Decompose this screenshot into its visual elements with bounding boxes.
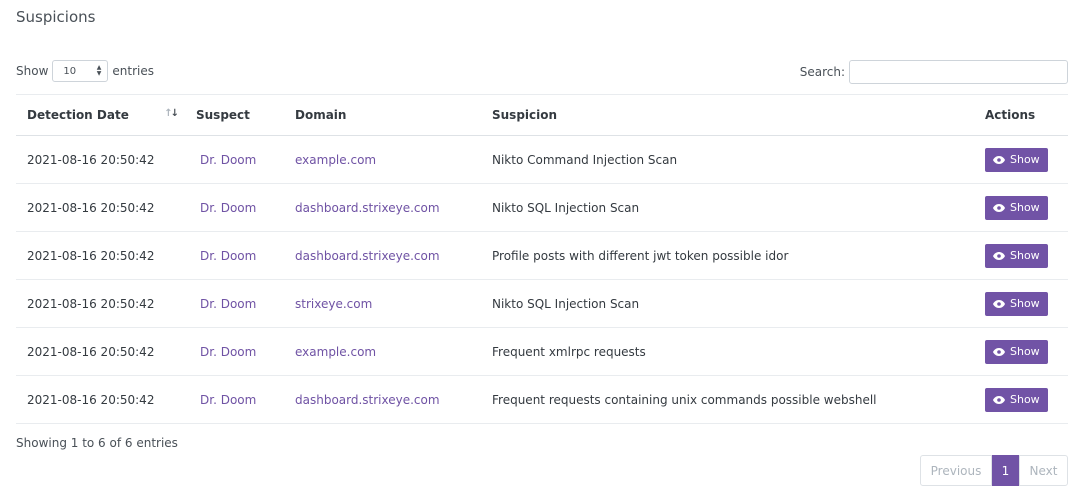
actions-cell: Show [974, 135, 1068, 184]
suspect-cell: Dr. Doom [185, 231, 284, 280]
show-button[interactable]: Show [985, 387, 1048, 412]
suspect-cell: Dr. Doom [185, 183, 284, 232]
actions-cell: Show [974, 183, 1068, 232]
table-info: Showing 1 to 6 of 6 entries [16, 436, 178, 450]
domain-cell: dashboard.strixeye.com [284, 231, 481, 280]
eye-icon [993, 251, 1005, 260]
column-header-suspicion[interactable]: Suspicion [481, 94, 974, 136]
domain-link[interactable]: example.com [295, 153, 376, 167]
show-button[interactable]: Show [985, 147, 1048, 172]
suspicion-cell: Frequent requests containing unix comman… [481, 375, 974, 424]
domain-link[interactable]: dashboard.strixeye.com [295, 393, 440, 407]
actions-cell: Show [974, 279, 1068, 328]
search-control: Search: [800, 60, 1068, 84]
domain-cell: strixeye.com [284, 279, 481, 328]
show-button-label: Show [1010, 201, 1040, 214]
show-label: Show [16, 64, 49, 78]
pagination: Previous 1 Next [920, 455, 1068, 486]
show-button-label: Show [1010, 345, 1040, 358]
detection-date-cell: 2021-08-16 20:50:42 [16, 279, 185, 328]
table-row: 2021-08-16 20:50:42 Dr. Doom dashboard.str… [16, 375, 1068, 424]
suspect-cell: Dr. Doom [185, 327, 284, 376]
detection-date-cell: 2021-08-16 20:50:42 [16, 327, 185, 376]
show-button-label: Show [1010, 393, 1040, 406]
domain-cell: dashboard.strixeye.com [284, 375, 481, 424]
search-label: Search: [799, 65, 845, 79]
suspect-cell: Dr. Doom [185, 135, 284, 184]
column-header-suspect[interactable]: Suspect [185, 94, 284, 136]
detection-date-cell: 2021-08-16 20:50:42 [16, 231, 185, 280]
suspicion-cell: Profile posts with different jwt token p… [481, 231, 974, 280]
pagination-previous[interactable]: Previous [920, 455, 992, 486]
eye-icon [993, 155, 1005, 164]
suspect-link[interactable]: Dr. Doom [200, 345, 256, 359]
domain-link[interactable]: dashboard.strixeye.com [295, 249, 440, 263]
eye-icon [993, 347, 1005, 356]
domain-link[interactable]: dashboard.strixeye.com [295, 201, 440, 215]
table-row: 2021-08-16 20:50:42 Dr. Doom strixeye.com N… [16, 279, 1068, 328]
pagination-next[interactable]: Next [1019, 455, 1068, 486]
suspect-link[interactable]: Dr. Doom [200, 249, 256, 263]
table-row: 2021-08-16 20:50:42 Dr. Doom dashboard.str… [16, 231, 1068, 280]
eye-icon [993, 299, 1005, 308]
entries-length-control: Show 10 ▲ ▼ entries [16, 59, 154, 83]
suspect-link[interactable]: Dr. Doom [200, 153, 256, 167]
show-button[interactable]: Show [985, 195, 1048, 220]
column-header-detection-date[interactable]: Detection Date ↑↓ [16, 94, 185, 136]
table-row: 2021-08-16 20:50:42 Dr. Doom example.com Ni… [16, 135, 1068, 184]
domain-cell: example.com [284, 327, 481, 376]
column-header-actions: Actions [974, 94, 1068, 136]
show-button-label: Show [1010, 297, 1040, 310]
column-header-domain[interactable]: Domain [284, 94, 481, 136]
show-button-label: Show [1010, 153, 1040, 166]
actions-cell: Show [974, 231, 1068, 280]
select-arrows-icon: ▲ ▼ [96, 64, 102, 77]
table-row: 2021-08-16 20:50:42 Dr. Doom dashboard.str… [16, 183, 1068, 232]
suspect-cell: Dr. Doom [185, 375, 284, 424]
entries-select[interactable]: 10 ▲ ▼ [52, 60, 109, 82]
suspicion-cell: Nikto SQL Injection Scan [481, 279, 974, 328]
detection-date-cell: 2021-08-16 20:50:42 [16, 135, 185, 184]
suspicion-cell: Nikto SQL Injection Scan [481, 183, 974, 232]
page-title: Suspicions [16, 8, 96, 26]
show-button[interactable]: Show [985, 291, 1048, 316]
sort-desc-icon: ↑↓ [164, 108, 179, 119]
detection-date-cell: 2021-08-16 20:50:42 [16, 183, 185, 232]
suspicions-table: Detection Date ↑↓ Suspect Domain Suspici… [16, 94, 1068, 424]
eye-icon [993, 203, 1005, 212]
suspicion-cell: Frequent xmlrpc requests [481, 327, 974, 376]
table-header-row: Detection Date ↑↓ Suspect Domain Suspici… [16, 94, 1068, 136]
domain-link[interactable]: example.com [295, 345, 376, 359]
eye-icon [993, 395, 1005, 404]
suspect-link[interactable]: Dr. Doom [200, 393, 256, 407]
show-button-label: Show [1010, 249, 1040, 262]
detection-date-cell: 2021-08-16 20:50:42 [16, 375, 185, 424]
domain-link[interactable]: strixeye.com [295, 297, 372, 311]
suspect-cell: Dr. Doom [185, 279, 284, 328]
table-row: 2021-08-16 20:50:42 Dr. Doom example.com Fr… [16, 327, 1068, 376]
show-button[interactable]: Show [985, 339, 1048, 364]
domain-cell: example.com [284, 135, 481, 184]
search-input[interactable] [849, 60, 1068, 84]
show-button[interactable]: Show [985, 243, 1048, 268]
actions-cell: Show [974, 327, 1068, 376]
actions-cell: Show [974, 375, 1068, 424]
suspect-link[interactable]: Dr. Doom [200, 201, 256, 215]
domain-cell: dashboard.strixeye.com [284, 183, 481, 232]
entries-label: entries [112, 64, 154, 78]
suspect-link[interactable]: Dr. Doom [200, 297, 256, 311]
suspicion-cell: Nikto Command Injection Scan [481, 135, 974, 184]
entries-select-value: 10 [63, 65, 77, 77]
pagination-page-1[interactable]: 1 [992, 455, 1019, 486]
